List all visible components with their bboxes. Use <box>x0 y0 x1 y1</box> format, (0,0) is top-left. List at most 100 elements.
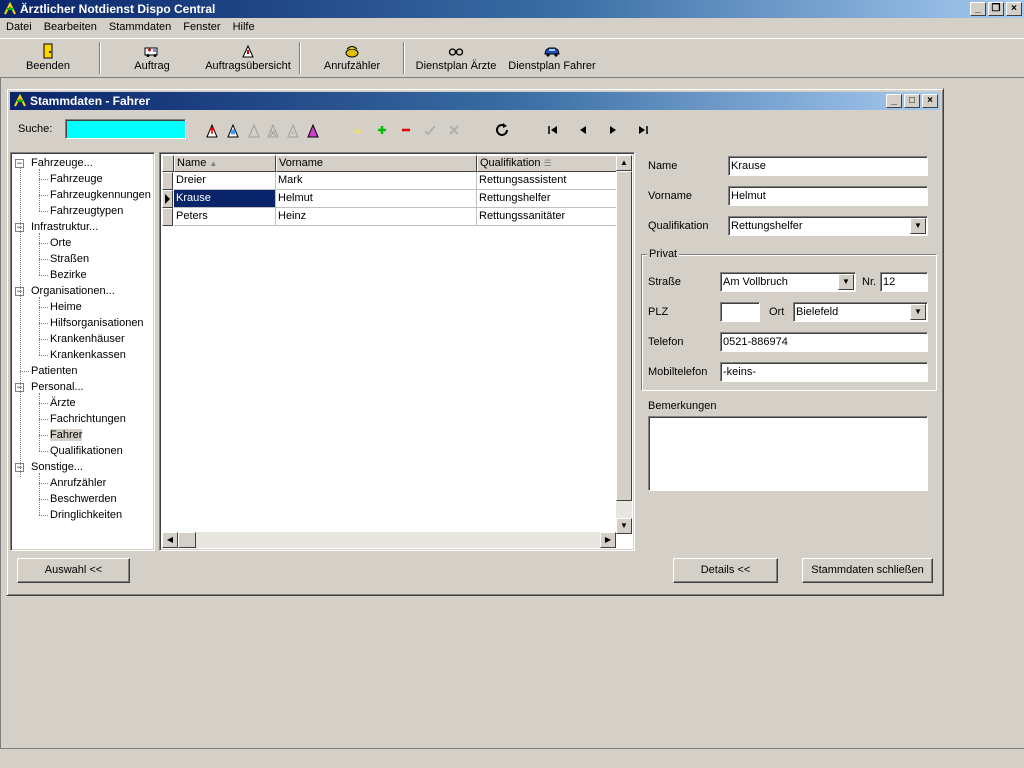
child-minimize-button[interactable]: _ <box>886 94 902 108</box>
ambulance-icon <box>144 47 158 57</box>
tree-item[interactable]: Infrastruktur... <box>31 219 98 235</box>
menu-hilfe[interactable]: Hilfe <box>227 18 261 37</box>
tree-item[interactable]: Fahrzeugtypen <box>50 203 123 219</box>
tree-line <box>20 371 29 372</box>
menu-bearbeiten[interactable]: Bearbeiten <box>38 18 103 37</box>
first-record-icon[interactable] <box>545 122 561 138</box>
tree-item[interactable]: Orte <box>50 235 71 251</box>
move-up-icon[interactable] <box>350 122 366 138</box>
auswahl-button[interactable]: Auswahl << <box>17 558 130 583</box>
add-icon[interactable] <box>374 122 390 138</box>
scroll-right-arrow-icon[interactable]: ▶ <box>600 532 616 548</box>
minimize-button[interactable]: _ <box>970 2 986 16</box>
name-field[interactable]: Krause <box>728 156 928 176</box>
menu-fenster[interactable]: Fenster <box>177 18 226 37</box>
person-search-icon[interactable] <box>225 122 241 138</box>
ort-select[interactable]: Bielefeld ▼ <box>793 302 928 322</box>
cell-qualifikation[interactable]: Rettungsassistent <box>477 172 617 190</box>
plz-field[interactable] <box>720 302 760 322</box>
details-button[interactable]: Details << <box>673 558 778 583</box>
tree-item[interactable]: Krankenkassen <box>50 347 126 363</box>
cell-name[interactable]: Dreier <box>174 172 276 190</box>
restore-button[interactable]: ❐ <box>988 2 1004 16</box>
nr-field[interactable]: 12 <box>880 272 928 292</box>
scroll-thumb[interactable] <box>616 171 632 501</box>
auftragsuebersicht-button[interactable]: Auftragsübersicht <box>203 41 293 77</box>
tree-item[interactable]: Patienten <box>31 363 77 379</box>
anrufzaehler-button[interactable]: Anrufzähler <box>322 41 382 77</box>
scroll-down-arrow-icon[interactable]: ▼ <box>616 518 632 534</box>
dienstplan-fahrer-button[interactable]: Dienstplan Fahrer <box>507 41 597 77</box>
beenden-button[interactable]: Beenden <box>20 41 76 77</box>
strasse-select[interactable]: Am Vollbruch ▼ <box>720 272 856 292</box>
row-indicator[interactable] <box>162 208 173 226</box>
previous-record-icon[interactable] <box>575 122 591 138</box>
tree-item[interactable]: Organisationen... <box>31 283 115 299</box>
column-header-name[interactable]: Name ▲ <box>174 155 276 172</box>
auftrag-button[interactable]: Auftrag <box>128 41 176 77</box>
column-header-vorname[interactable]: Vorname <box>276 155 477 172</box>
vorname-field[interactable]: Helmut <box>728 186 928 206</box>
column-header-qualifikation[interactable]: Qualifikation ☰ <box>477 155 617 172</box>
chevron-down-icon[interactable]: ▼ <box>910 218 926 234</box>
row-indicator[interactable] <box>162 172 173 190</box>
tree-line <box>39 483 48 484</box>
chevron-down-icon[interactable]: ▼ <box>838 274 854 290</box>
dienstplan-aerzte-button[interactable]: Dienstplan Ärzte <box>414 41 498 77</box>
tree-item[interactable]: Dringlichkeiten <box>50 507 122 523</box>
refresh-icon[interactable] <box>493 121 511 139</box>
tree-item[interactable]: Beschwerden <box>50 491 117 507</box>
tree-item[interactable]: Fahrzeuge... <box>31 155 93 171</box>
car-icon <box>544 47 560 57</box>
close-button[interactable]: × <box>1006 2 1022 16</box>
tree-item[interactable]: Fahrer <box>50 427 83 443</box>
cell-name[interactable]: Krause <box>174 190 276 208</box>
tree-item[interactable]: Straßen <box>50 251 89 267</box>
menu-datei[interactable]: Datei <box>0 18 38 37</box>
tree-item[interactable]: Fahrzeuge <box>50 171 103 187</box>
tree-item[interactable]: Ärzte <box>50 395 76 411</box>
tree-item[interactable]: Krankenhäuser <box>50 331 125 347</box>
cell-name[interactable]: Peters <box>174 208 276 226</box>
h-scroll-thumb[interactable] <box>178 532 196 548</box>
vertical-scrollbar[interactable]: ▲ ▼ <box>616 155 632 534</box>
tree-item[interactable]: Fachrichtungen <box>50 411 126 427</box>
child-maximize-button[interactable]: □ <box>904 94 920 108</box>
tree-item[interactable]: Hilfsorganisationen <box>50 315 144 331</box>
tree-item[interactable]: Qualifikationen <box>50 443 123 459</box>
beenden-label: Beenden <box>25 60 71 72</box>
cell-qualifikation[interactable]: Rettungshelfer <box>477 190 617 208</box>
exit-door-icon <box>43 43 53 59</box>
person-print-icon[interactable] <box>305 122 321 138</box>
last-record-icon[interactable] <box>635 122 651 138</box>
mobiltelefon-field[interactable]: -keins- <box>720 362 928 382</box>
search-input[interactable] <box>65 119 186 139</box>
tree-item[interactable]: Fahrzeugkennungen <box>50 187 151 203</box>
bemerkungen-textarea[interactable] <box>648 416 928 491</box>
menu-stammdaten[interactable]: Stammdaten <box>103 18 177 37</box>
remove-icon[interactable] <box>398 122 414 138</box>
cell-qualifikation[interactable]: Rettungssanitäter <box>477 208 617 226</box>
scroll-left-arrow-icon[interactable]: ◀ <box>162 532 178 548</box>
tree-item[interactable]: Heime <box>50 299 82 315</box>
horizontal-scrollbar[interactable]: ◀ ▶ <box>162 532 616 548</box>
child-close-button[interactable]: × <box>922 94 938 108</box>
tree-item[interactable]: Bezirke <box>50 267 87 283</box>
plz-label: PLZ <box>648 306 669 318</box>
main-title-bar[interactable]: Ärztlicher Notdienst Dispo Central _ ❐ × <box>0 0 1024 18</box>
row-indicator-current[interactable] <box>162 190 173 208</box>
child-title-bar[interactable]: Stammdaten - Fahrer _ □ × <box>10 92 940 110</box>
telefon-field[interactable]: 0521-886974 <box>720 332 928 352</box>
stammdaten-schliessen-button[interactable]: Stammdaten schließen <box>802 558 933 583</box>
cell-vorname[interactable]: Mark <box>276 172 477 190</box>
person-upload-icon[interactable] <box>204 122 220 138</box>
tree-item[interactable]: Anrufzähler <box>50 475 106 491</box>
tree-line <box>39 307 48 308</box>
qualifikation-select[interactable]: Rettungshelfer ▼ <box>728 216 928 236</box>
scroll-up-arrow-icon[interactable]: ▲ <box>616 155 632 171</box>
cell-vorname[interactable]: Helmut <box>276 190 477 208</box>
cell-vorname[interactable]: Heinz <box>276 208 477 226</box>
tree-item-label: Patienten <box>31 365 78 377</box>
next-record-icon[interactable] <box>605 122 621 138</box>
chevron-down-icon[interactable]: ▼ <box>910 304 926 320</box>
